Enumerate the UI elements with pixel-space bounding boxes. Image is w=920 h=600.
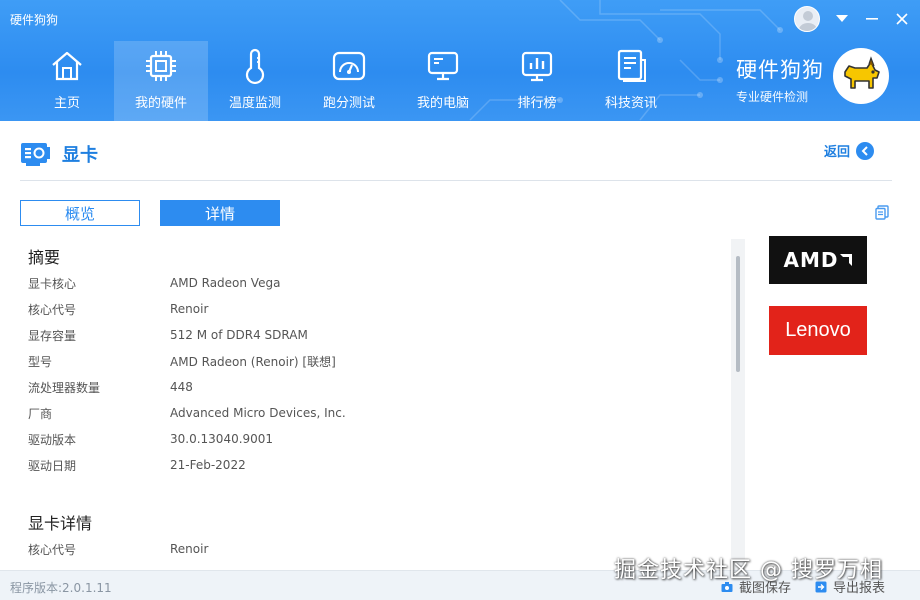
tab-detail[interactable]: 详情 [160, 200, 280, 226]
tab-overview[interactable]: 概览 [20, 200, 140, 226]
row-key: 核心代号 [28, 542, 77, 557]
brand-name: 硬件狗狗 [736, 58, 824, 82]
graphics-card-icon [21, 143, 50, 166]
close-button[interactable] [894, 11, 910, 27]
row-key: 型号 [28, 354, 53, 369]
nav-item-home[interactable]: 主页 [20, 41, 114, 121]
main-nav: 主页 我的硬件 温度监测 跑分测试 我的电脑 排行榜 科技资讯 [20, 41, 678, 121]
row-value: AMD Radeon (Renoir) [联想] [170, 354, 336, 369]
back-button[interactable]: 返回 [824, 141, 875, 160]
table-row: 核心代号 Renoir [28, 296, 736, 322]
nav-item-my-hardware[interactable]: 我的硬件 [114, 41, 208, 121]
table-row: 显存容量 512 M of DDR4 SDRAM [28, 322, 736, 348]
nav-label: 主页 [53, 96, 80, 111]
dog-icon [844, 56, 880, 89]
window-controls [794, 6, 910, 32]
table-row: 驱动日期 21-Feb-2022 [28, 452, 736, 478]
row-key: 驱动版本 [28, 432, 77, 447]
nav-label: 科技资讯 [604, 96, 657, 111]
nav-item-my-computer[interactable]: 我的电脑 [396, 41, 490, 121]
dropdown-button[interactable] [834, 11, 850, 27]
section-header: 显卡 [20, 140, 98, 168]
row-key: 核心代号 [28, 302, 77, 317]
brand-tagline: 专业硬件检测 [736, 90, 809, 104]
lenovo-logo-text: Lenovo [785, 319, 851, 341]
nav-label: 我的电脑 [416, 96, 469, 111]
row-value: AMD Radeon Vega [170, 276, 281, 290]
row-key: 流处理器数量 [28, 380, 101, 395]
row-key: 显存容量 [28, 328, 77, 343]
back-label: 返回 [824, 145, 851, 160]
lenovo-logo: Lenovo [769, 306, 867, 355]
detail-panel: 摘要 显卡核心 AMD Radeon Vega 核心代号 Renoir 显存容量 51… [20, 236, 736, 570]
copy-icon[interactable] [875, 205, 889, 220]
brand: 硬件狗狗 专业硬件检测 [736, 54, 824, 105]
nav-item-ranking[interactable]: 排行榜 [490, 41, 584, 121]
row-value: 21-Feb-2022 [170, 458, 246, 472]
minimize-button[interactable] [864, 11, 880, 27]
nav-label: 温度监测 [228, 96, 281, 111]
row-value: Renoir [170, 542, 209, 556]
row-key: 驱动日期 [28, 458, 77, 473]
nav-item-tech-news[interactable]: 科技资讯 [584, 41, 678, 121]
table-row: 驱动版本 30.0.13040.9001 [28, 426, 736, 452]
summary-title: 摘要 [28, 248, 61, 267]
gpu-detail-title: 显卡详情 [28, 514, 93, 533]
version-label: 程序版本:2.0.1.11 [10, 581, 112, 595]
row-value: Renoir [170, 302, 209, 316]
row-value: Advanced Micro Devices, Inc. [170, 406, 346, 420]
table-row: 型号 AMD Radeon (Renoir) [联想] [28, 348, 736, 374]
title-bar: 硬件狗狗 主页 我的硬件 温度监测 跑分测试 我的电脑 排行榜 科技资讯 硬件狗… [0, 0, 920, 121]
amd-logo: AMD [769, 236, 867, 284]
divider [20, 180, 892, 181]
nav-label: 排行榜 [517, 96, 557, 111]
nav-label: 我的硬件 [134, 96, 187, 111]
chart-icon [521, 51, 553, 82]
thermometer-icon [245, 48, 265, 84]
home-icon [52, 51, 82, 81]
scrollbar-thumb[interactable] [736, 256, 740, 372]
minimize-icon [866, 18, 878, 20]
amd-logo-text: AMD [783, 248, 839, 272]
table-row: 厂商 Advanced Micro Devices, Inc. [28, 400, 736, 426]
amd-arrow-icon [840, 254, 853, 266]
monitor-icon [427, 51, 459, 81]
user-avatar[interactable] [794, 6, 820, 32]
nav-item-temperature[interactable]: 温度监测 [208, 41, 302, 121]
nav-item-benchmark[interactable]: 跑分测试 [302, 41, 396, 121]
row-value: 512 M of DDR4 SDRAM [170, 328, 308, 342]
chevron-left-icon [856, 141, 875, 160]
watermark: 掘金技术社区 @ 搜罗万相 [614, 558, 883, 583]
table-row: 显卡核心 AMD Radeon Vega [28, 270, 736, 296]
app-title: 硬件狗狗 [10, 13, 59, 27]
row-value: 30.0.13040.9001 [170, 432, 274, 446]
dog-mascot-logo [833, 48, 889, 104]
close-icon [896, 13, 908, 25]
nav-label: 跑分测试 [322, 96, 375, 111]
chevron-down-icon [836, 15, 848, 22]
speedometer-icon [332, 51, 366, 81]
section-title: 显卡 [62, 145, 98, 166]
summary-list: 显卡核心 AMD Radeon Vega 核心代号 Renoir 显存容量 512 M… [20, 270, 736, 478]
table-row: 流处理器数量 448 [28, 374, 736, 400]
row-key: 显卡核心 [28, 276, 77, 291]
news-icon [617, 49, 646, 82]
row-value: 448 [170, 380, 193, 394]
row-key: 厂商 [28, 406, 53, 421]
chip-icon [146, 51, 176, 81]
